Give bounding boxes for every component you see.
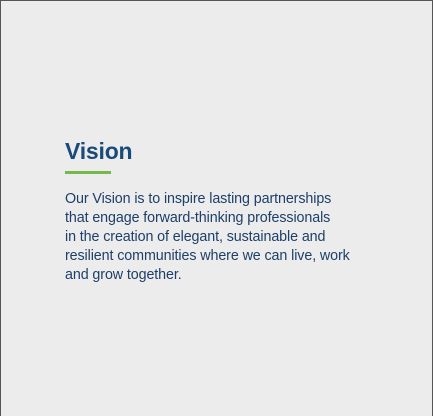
heading-accent-line bbox=[65, 171, 111, 174]
vision-statement-line-5: and grow together. bbox=[65, 267, 182, 283]
vision-statement-line-2: that engage forward-thinking professiona… bbox=[65, 210, 331, 226]
vision-statement-line-4: resilient communities where we can live,… bbox=[65, 248, 350, 264]
vision-statement-line-1: Our Vision is to inspire lasting partner… bbox=[65, 191, 332, 207]
vision-heading: Vision bbox=[65, 138, 133, 164]
vision-statement: Our Vision is to inspire lasting partner… bbox=[65, 190, 365, 285]
vision-content: Vision Our Vision is to inspire lasting … bbox=[65, 137, 375, 285]
vision-panel: Vision Our Vision is to inspire lasting … bbox=[0, 0, 433, 416]
vision-statement-line-3: in the creation of elegant, sustainable … bbox=[65, 229, 326, 245]
